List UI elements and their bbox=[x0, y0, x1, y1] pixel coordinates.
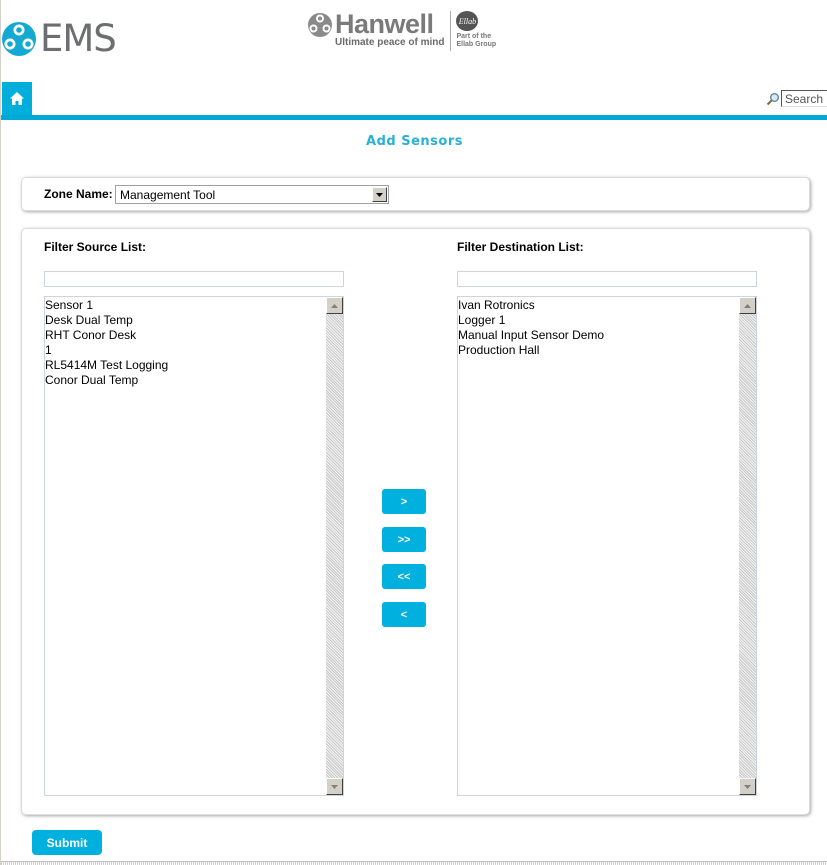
arrow-up-icon bbox=[744, 303, 751, 308]
zone-name-label: Zone Name: bbox=[44, 187, 113, 201]
destination-filter-label: Filter Destination List: bbox=[457, 240, 584, 254]
move-all-left-button[interactable]: << bbox=[382, 564, 426, 589]
chevron-down-icon bbox=[376, 192, 383, 197]
source-list-items: Sensor 1 Desk Dual Temp RHT Conor Desk 1 RL5… bbox=[45, 297, 326, 388]
ems-logo-text: EMS bbox=[40, 17, 117, 60]
ellab-line2: Ellab Group bbox=[456, 41, 497, 48]
header: EMS Hanwell Ultimate peace of mind Ellab… bbox=[1, 0, 827, 82]
hanwell-tagline: Ultimate peace of mind bbox=[335, 37, 445, 48]
destination-listbox[interactable]: Ivan Rotronics Logger 1 Manual Input Senso… bbox=[457, 296, 757, 796]
move-selected-left-button[interactable]: < bbox=[382, 602, 426, 627]
logo-divider bbox=[450, 11, 452, 51]
list-item[interactable]: RHT Conor Desk bbox=[45, 328, 326, 343]
list-item[interactable]: Desk Dual Temp bbox=[45, 313, 326, 328]
hanwell-logo-icon bbox=[308, 13, 332, 37]
page-title: Add Sensors bbox=[366, 134, 463, 149]
list-item[interactable]: Production Hall bbox=[458, 343, 739, 358]
nav-divider bbox=[1, 115, 827, 120]
zone-dropdown-button[interactable] bbox=[372, 187, 387, 202]
source-filter-label: Filter Source List: bbox=[44, 240, 147, 254]
source-scroll-up-button[interactable] bbox=[326, 297, 343, 314]
destination-filter-input[interactable] bbox=[457, 271, 757, 287]
destination-scroll-down-button[interactable] bbox=[739, 778, 756, 795]
arrow-down-icon bbox=[331, 784, 338, 789]
hanwell-brand-name: Hanwell bbox=[335, 9, 434, 39]
list-item[interactable]: Manual Input Sensor Demo bbox=[458, 328, 739, 343]
home-icon bbox=[10, 92, 24, 105]
move-selected-right-button[interactable]: > bbox=[382, 489, 426, 514]
search-box bbox=[766, 90, 827, 107]
source-scrollbar[interactable] bbox=[326, 297, 343, 795]
lists-panel: Filter Source List: Sensor 1 Desk Dual Te… bbox=[21, 228, 810, 815]
search-input[interactable] bbox=[781, 90, 827, 107]
source-filter-input[interactable] bbox=[44, 271, 344, 287]
destination-scroll-up-button[interactable] bbox=[739, 297, 756, 314]
destination-scrollbar[interactable] bbox=[739, 297, 756, 795]
magnifier-icon[interactable] bbox=[766, 92, 780, 106]
horizontal-scrollbar[interactable] bbox=[1, 861, 827, 865]
submit-button[interactable]: Submit bbox=[32, 830, 102, 855]
destination-list-items: Ivan Rotronics Logger 1 Manual Input Senso… bbox=[458, 297, 739, 358]
hanwell-logo: Hanwell Ultimate peace of mind Ellab Par… bbox=[307, 11, 496, 51]
navbar bbox=[1, 82, 827, 120]
ems-logo[interactable]: EMS bbox=[2, 17, 117, 60]
zone-name-value: Management Tool bbox=[120, 188, 216, 202]
ellab-line1: Part of the bbox=[456, 33, 492, 40]
arrow-up-icon bbox=[331, 303, 338, 308]
list-item[interactable]: Ivan Rotronics bbox=[458, 298, 739, 313]
home-button[interactable] bbox=[2, 82, 32, 115]
list-item[interactable]: RL5414M Test Logging bbox=[45, 358, 326, 373]
zone-name-select[interactable]: Management Tool bbox=[115, 185, 389, 204]
source-scroll-down-button[interactable] bbox=[326, 778, 343, 795]
list-item[interactable]: Conor Dual Temp bbox=[45, 373, 326, 388]
arrow-down-icon bbox=[744, 784, 751, 789]
ellab-logo-icon: Ellab bbox=[456, 11, 479, 31]
list-item[interactable]: Sensor 1 bbox=[45, 298, 326, 313]
list-item[interactable]: Logger 1 bbox=[458, 313, 739, 328]
zone-panel: Zone Name: Management Tool bbox=[21, 177, 810, 211]
list-item[interactable]: 1 bbox=[45, 343, 326, 358]
ems-logo-icon bbox=[2, 21, 36, 56]
source-listbox[interactable]: Sensor 1 Desk Dual Temp RHT Conor Desk 1 RL5… bbox=[44, 296, 344, 796]
ellab-logo: Ellab Part of the Ellab Group bbox=[456, 11, 496, 49]
move-all-right-button[interactable]: >> bbox=[382, 527, 426, 552]
